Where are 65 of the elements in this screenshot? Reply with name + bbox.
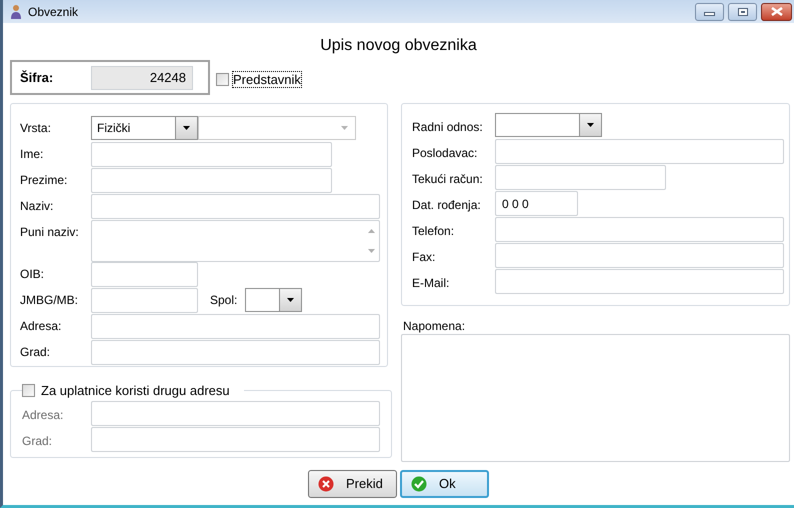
caret-icon	[587, 123, 594, 127]
text-area[interactable]	[401, 334, 790, 462]
field-label: Poslodavac:	[412, 145, 478, 162]
text-area[interactable]	[91, 220, 380, 262]
text-field[interactable]	[91, 426, 380, 452]
maximize-icon	[738, 8, 748, 16]
code-field: 24248	[91, 66, 193, 90]
checkbox[interactable]	[22, 384, 35, 398]
caret-icon	[341, 126, 348, 130]
ok-button[interactable]: Ok	[400, 470, 489, 498]
field-label: OIB:	[20, 266, 46, 283]
text-field[interactable]	[495, 243, 784, 268]
field-label: Ime:	[20, 146, 44, 163]
maximize-button[interactable]	[728, 2, 757, 20]
field-label: Adresa:	[22, 406, 64, 424]
close-icon	[770, 7, 782, 16]
checkbox[interactable]	[216, 72, 229, 86]
check-icon	[411, 476, 427, 492]
caret-icon	[183, 126, 190, 130]
text-field[interactable]	[495, 217, 784, 242]
dropdown[interactable]	[245, 288, 302, 312]
field-label: E-Mail:	[412, 275, 450, 292]
form-heading: Upis novog obveznika	[320, 36, 477, 56]
caret-icon	[287, 298, 294, 302]
close-button[interactable]	[761, 2, 792, 20]
field-label: Puni naziv:	[20, 224, 80, 241]
cancel-button[interactable]: Prekid	[308, 470, 397, 498]
field-label: JMBG/MB:	[20, 292, 80, 309]
text-field[interactable]	[91, 400, 380, 426]
text-field[interactable]	[91, 288, 198, 313]
minimize-icon	[704, 12, 715, 16]
field-label: Tekući račun:	[412, 171, 484, 188]
field-label: Telefon:	[412, 223, 456, 240]
person-icon	[9, 4, 23, 19]
text-field[interactable]	[91, 314, 380, 339]
field-label: Adresa:	[20, 318, 62, 335]
text-field[interactable]: 0 0 0	[495, 191, 578, 216]
field-label: Vrsta:	[20, 120, 52, 137]
field-label: Naziv:	[20, 198, 54, 215]
field-label: Napomena:	[403, 318, 466, 333]
checkbox-label: Predstavnik	[232, 70, 302, 88]
text-field[interactable]	[91, 262, 198, 287]
field-label: Šifra:	[20, 68, 54, 87]
text-field[interactable]	[91, 142, 332, 167]
text-field[interactable]	[495, 139, 784, 164]
minimize-button[interactable]	[695, 2, 724, 20]
text-field[interactable]	[495, 165, 666, 190]
cancel-icon	[318, 476, 334, 492]
field-label: Radni odnos:	[412, 119, 484, 136]
scroll-down-icon	[368, 249, 375, 253]
field-label: Spol:	[210, 292, 238, 309]
scroll-up-icon	[368, 229, 375, 233]
field-label: Grad:	[20, 344, 52, 361]
text-field[interactable]	[91, 194, 380, 219]
field-label: Prezime:	[20, 172, 68, 189]
field-label: Dat. rođenja:	[412, 197, 482, 214]
field-label: Grad:	[22, 432, 54, 450]
text-field[interactable]	[91, 168, 332, 193]
text-field[interactable]	[91, 340, 380, 365]
window-title: Obveznik	[28, 4, 78, 20]
field-label: Fax:	[412, 249, 436, 266]
text-field[interactable]	[495, 269, 784, 294]
dropdown[interactable]: Fizički	[91, 116, 198, 140]
dropdown[interactable]	[495, 113, 602, 137]
checkbox-label: Za uplatnice koristi drugu adresu	[41, 382, 230, 400]
